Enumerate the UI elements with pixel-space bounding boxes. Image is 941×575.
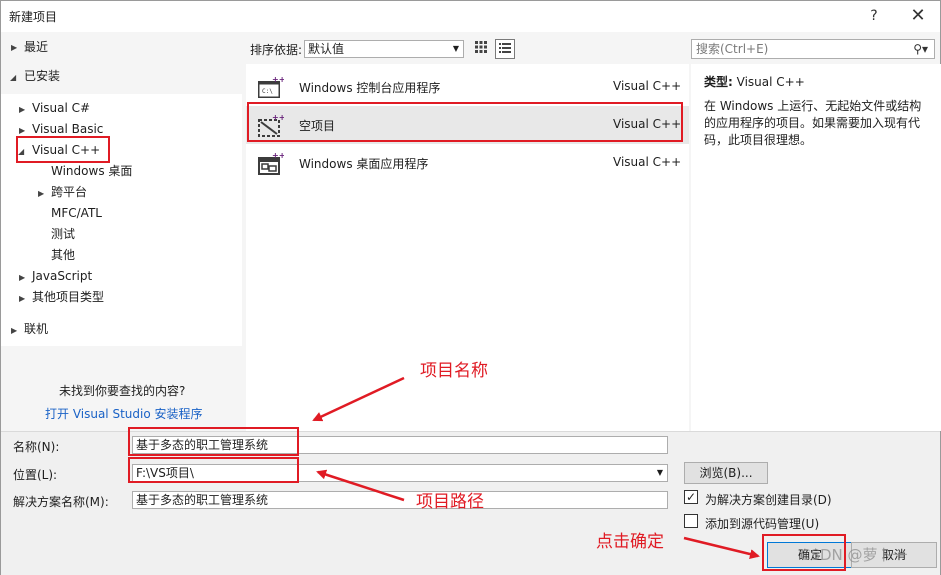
details-panel: 类型: Visual C++ 在 Windows 上运行、无起始文件或结构的应用… [691, 64, 941, 431]
tree-item-installed[interactable]: 已安装 [24, 67, 60, 85]
template-name: Windows 控制台应用程序 [299, 81, 441, 95]
solution-name-value: 基于多态的职工管理系统 [136, 493, 269, 507]
watermark: CSDN @萝卜一 [800, 546, 908, 564]
tree-item-cross-platform[interactable]: 跨平台 [51, 183, 87, 201]
dialog-title: 新建项目 [9, 10, 58, 24]
highlight-project-path [128, 457, 299, 483]
template-description: 在 Windows 上运行、无起始文件或结构的应用程序的项目。如果需要加入现有代… [704, 99, 922, 147]
open-installer-link[interactable]: 打开 Visual Studio 安装程序 [45, 405, 203, 423]
type-row: 类型: Visual C++ [704, 73, 805, 90]
close-button[interactable]: ✕ [905, 5, 931, 27]
template-name: Windows 桌面应用程序 [299, 157, 429, 171]
chevron-down-icon: ▼ [452, 44, 459, 53]
not-found-text: 未找到你要查找的内容? [59, 384, 186, 398]
search-icon[interactable]: ⚲▾ [913, 40, 928, 58]
type-label: 类型: [704, 75, 733, 89]
expand-arrow-icon[interactable]: ▶ [11, 43, 17, 52]
help-button[interactable]: ? [861, 5, 887, 27]
expand-arrow-icon[interactable]: ▶ [38, 189, 44, 198]
expand-arrow-icon[interactable]: ▶ [19, 126, 25, 135]
sort-label: 排序依据: [250, 43, 303, 57]
annotation-project-name: 项目名称 [420, 361, 488, 381]
add-source-control-checkbox[interactable] [684, 514, 698, 528]
svg-text:C:\: C:\ [262, 88, 273, 95]
type-value: Visual C++ [736, 75, 805, 89]
sort-dropdown[interactable]: 默认值 ▼ [304, 40, 464, 58]
search-placeholder: 搜索(Ctrl+E) [696, 42, 769, 56]
tree-item-online[interactable]: 联机 [24, 320, 48, 338]
template-row-desktop[interactable]: ++ Windows 桌面应用程序 Visual C++ [246, 144, 689, 182]
highlight-empty-project [247, 102, 683, 142]
list-view-icon[interactable] [495, 39, 515, 59]
add-source-control-label: 添加到源代码管理(U) [705, 517, 820, 531]
highlight-project-name [128, 427, 299, 456]
annotation-click-ok: 点击确定 [596, 532, 664, 552]
title-bar: 新建项目 ? ✕ [1, 1, 940, 32]
chevron-down-icon: ▼ [656, 468, 663, 477]
solution-name-input[interactable]: 基于多态的职工管理系统 [132, 491, 668, 509]
browse-button[interactable]: 浏览(B)... [684, 462, 768, 484]
tree-item-mfc-atl[interactable]: MFC/ATL [51, 204, 102, 222]
collapse-arrow-icon[interactable]: ◢ [10, 73, 16, 82]
tree-item-other[interactable]: 其他 [51, 246, 75, 264]
svg-text:++: ++ [272, 75, 284, 84]
name-label: 名称(N): [13, 440, 60, 454]
create-directory-label: 为解决方案创建目录(D) [705, 493, 832, 507]
expand-arrow-icon[interactable]: ▶ [19, 105, 25, 114]
tree-item-windows-desktop[interactable]: Windows 桌面 [51, 162, 132, 180]
expand-arrow-icon[interactable]: ▶ [19, 273, 25, 282]
sort-value: 默认值 [308, 42, 345, 56]
grid-view-icon[interactable] [471, 39, 491, 59]
tree-item-other-project-types[interactable]: 其他项目类型 [32, 288, 104, 306]
template-language: Visual C++ [613, 155, 682, 169]
location-label: 位置(L): [13, 468, 58, 482]
tree-item-test[interactable]: 测试 [51, 225, 75, 243]
annotation-project-path: 项目路径 [416, 492, 484, 512]
highlight-visual-cpp [16, 136, 110, 163]
console-app-icon: C:\ ++ [258, 75, 284, 98]
create-directory-checkbox[interactable]: ✓ [684, 490, 698, 504]
expand-arrow-icon[interactable]: ▶ [11, 326, 17, 335]
desktop-app-icon: ++ [258, 151, 284, 175]
tree-item-visual-csharp[interactable]: Visual C# [32, 99, 90, 117]
solution-name-label: 解决方案名称(M): [13, 495, 109, 509]
template-tree [1, 32, 242, 431]
svg-text:++: ++ [272, 151, 284, 160]
tree-item-javascript[interactable]: JavaScript [32, 267, 92, 285]
template-language: Visual C++ [613, 79, 682, 93]
expand-arrow-icon[interactable]: ▶ [19, 294, 25, 303]
tree-item-recent[interactable]: 最近 [24, 38, 48, 56]
search-input[interactable]: 搜索(Ctrl+E) ⚲▾ [691, 39, 935, 59]
sort-bar: 排序依据: 默认值 ▼ [242, 32, 689, 64]
template-row-console[interactable]: C:\ ++ Windows 控制台应用程序 Visual C++ [246, 68, 689, 106]
